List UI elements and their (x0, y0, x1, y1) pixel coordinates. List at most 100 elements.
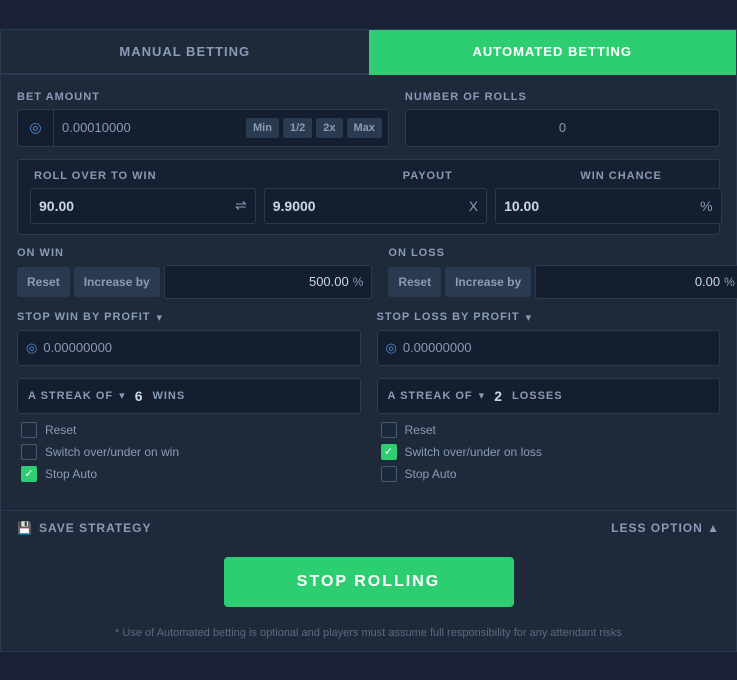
payout-input[interactable] (273, 198, 469, 214)
streak-wins-option-label-0: Reset (45, 423, 76, 437)
footer-note: * Use of Automated betting is optional a… (1, 619, 736, 651)
on-win-unit: % (353, 275, 364, 289)
streak-wins-option-1: Switch over/under on win (21, 444, 357, 460)
stop-win-input-group: ◎ (17, 330, 361, 366)
streak-losses-checkbox-2[interactable] (381, 466, 397, 482)
stop-win-chevron-icon[interactable]: ▾ (157, 311, 163, 324)
rollover-input[interactable] (39, 198, 235, 214)
on-win-increase-button[interactable]: Increase by (74, 267, 160, 297)
streak-losses-section: A STREAK OF ▾ 2 LOSSES Reset Switch over… (377, 378, 721, 482)
roll-payout-inputs: ⇌ X % (30, 188, 707, 224)
percent-icon: % (700, 198, 712, 214)
streak-losses-type: LOSSES (512, 390, 563, 402)
on-win-value-input[interactable] (173, 274, 349, 289)
streak-wins-number: 6 (135, 388, 143, 404)
on-loss-unit: % (724, 275, 735, 289)
win-chance-header: WIN CHANCE (535, 170, 707, 182)
tab-auto[interactable]: AUTOMATED BETTING (369, 30, 737, 75)
bet-max-button[interactable]: Max (347, 118, 382, 138)
on-loss-label: ON LOSS (388, 247, 737, 259)
streak-losses-checkbox-0[interactable] (381, 422, 397, 438)
on-loss-reset-button[interactable]: Reset (388, 267, 441, 297)
on-win-reset-button[interactable]: Reset (17, 267, 70, 297)
stop-loss-section: STOP LOSS BY PROFIT ▾ ◎ (377, 311, 721, 366)
streak-losses-option-label-0: Reset (405, 423, 436, 437)
stop-loss-label-row: STOP LOSS BY PROFIT ▾ (377, 311, 721, 324)
num-rolls-section: NUMBER OF ROLLS (405, 91, 720, 147)
streak-wins-option-2: Stop Auto (21, 466, 357, 482)
on-win-input-group: % (164, 265, 373, 299)
on-win-loss-row: ON WIN Reset Increase by % ON LOSS Reset… (17, 247, 720, 299)
streak-row: A STREAK OF ▾ 6 WINS Reset Switch over/u… (17, 378, 720, 482)
bet-min-button[interactable]: Min (246, 118, 279, 138)
save-strategy-button[interactable]: 💾 SAVE STRATEGY (17, 521, 152, 535)
stop-rolling-button[interactable]: STOP ROLLING (224, 557, 514, 607)
streak-wins-section: A STREAK OF ▾ 6 WINS Reset Switch over/u… (17, 378, 361, 482)
streak-wins-a-streak-label: A STREAK OF (28, 390, 113, 402)
bet-amount-section: BET AMOUNT ◎ Min 1/2 2x Max (17, 91, 389, 147)
rollover-header: ROLL OVER TO WIN (30, 170, 320, 182)
swap-icon[interactable]: ⇌ (235, 197, 247, 214)
save-icon: 💾 (17, 521, 33, 535)
on-win-section: ON WIN Reset Increase by % (17, 247, 372, 299)
stop-loss-input-group: ◎ (377, 330, 721, 366)
streak-losses-option-1: Switch over/under on loss (381, 444, 717, 460)
close-icon: X (469, 198, 478, 214)
win-chance-input-group: % (495, 188, 721, 224)
bet-half-button[interactable]: 1/2 (283, 118, 312, 138)
payout-header: PAYOUT (320, 170, 535, 182)
bet-amount-input[interactable] (54, 120, 246, 135)
bet-2x-button[interactable]: 2x (316, 118, 342, 138)
main-container: MANUAL BETTING AUTOMATED BETTING BET AMO… (0, 29, 737, 652)
stop-row: STOP WIN BY PROFIT ▾ ◎ STOP LOSS BY PROF… (17, 311, 720, 366)
streak-losses-option-label-2: Stop Auto (405, 467, 457, 481)
stop-win-label: STOP WIN BY PROFIT (17, 311, 151, 323)
streak-losses-options: Reset Switch over/under on loss Stop Aut… (377, 422, 721, 482)
on-loss-section: ON LOSS Reset Increase by % (388, 247, 737, 299)
roll-payout-row: ROLL OVER TO WIN PAYOUT WIN CHANCE ⇌ X % (17, 159, 720, 235)
streak-wins-checkbox-2[interactable] (21, 466, 37, 482)
main-content: BET AMOUNT ◎ Min 1/2 2x Max NUMBER OF RO… (1, 75, 736, 510)
stop-win-section: STOP WIN BY PROFIT ▾ ◎ (17, 311, 361, 366)
streak-wins-checkbox-1[interactable] (21, 444, 37, 460)
streak-losses-a-streak-label: A STREAK OF (388, 390, 473, 402)
bet-amount-input-group: ◎ Min 1/2 2x Max (17, 109, 389, 147)
streak-losses-checkbox-1[interactable] (381, 444, 397, 460)
bet-amount-label: BET AMOUNT (17, 91, 389, 103)
stop-loss-chevron-icon[interactable]: ▾ (526, 311, 532, 324)
rollover-input-group: ⇌ (30, 188, 256, 224)
streak-losses-header: A STREAK OF ▾ 2 LOSSES (377, 378, 721, 414)
streak-losses-number: 2 (494, 388, 502, 404)
streak-wins-options: Reset Switch over/under on win Stop Auto (17, 422, 361, 482)
on-win-controls: Reset Increase by % (17, 265, 372, 299)
stop-win-input[interactable] (43, 340, 351, 355)
stop-win-label-row: STOP WIN BY PROFIT ▾ (17, 311, 361, 324)
streak-losses-option-label-1: Switch over/under on loss (405, 445, 542, 459)
streak-wins-chevron-icon[interactable]: ▾ (119, 389, 125, 402)
bottom-bar: 💾 SAVE STRATEGY LESS OPTION ▲ (1, 510, 736, 545)
num-rolls-input-group (405, 109, 720, 147)
roll-payout-headers: ROLL OVER TO WIN PAYOUT WIN CHANCE (30, 170, 707, 182)
streak-wins-header: A STREAK OF ▾ 6 WINS (17, 378, 361, 414)
win-chance-input[interactable] (504, 198, 700, 214)
bet-coin-icon: ◎ (18, 110, 54, 146)
less-option-button[interactable]: LESS OPTION ▲ (611, 521, 720, 535)
tab-manual[interactable]: MANUAL BETTING (1, 30, 369, 75)
streak-losses-chevron-icon[interactable]: ▾ (479, 389, 485, 402)
stop-win-coin-icon: ◎ (26, 340, 37, 356)
payout-input-group: X (264, 188, 487, 224)
num-rolls-label: NUMBER OF ROLLS (405, 91, 720, 103)
on-loss-input-group: % (535, 265, 737, 299)
stop-loss-coin-icon: ◎ (386, 340, 397, 356)
bet-amount-buttons: Min 1/2 2x Max (246, 118, 388, 138)
streak-wins-checkbox-0[interactable] (21, 422, 37, 438)
top-row: BET AMOUNT ◎ Min 1/2 2x Max NUMBER OF RO… (17, 91, 720, 147)
on-loss-value-input[interactable] (544, 274, 720, 289)
stop-loss-input[interactable] (403, 340, 711, 355)
on-loss-controls: Reset Increase by % (388, 265, 737, 299)
streak-wins-type: WINS (152, 390, 185, 402)
on-win-label: ON WIN (17, 247, 372, 259)
on-loss-increase-button[interactable]: Increase by (445, 267, 531, 297)
streak-wins-option-label-2: Stop Auto (45, 467, 97, 481)
num-rolls-input[interactable] (406, 120, 719, 135)
